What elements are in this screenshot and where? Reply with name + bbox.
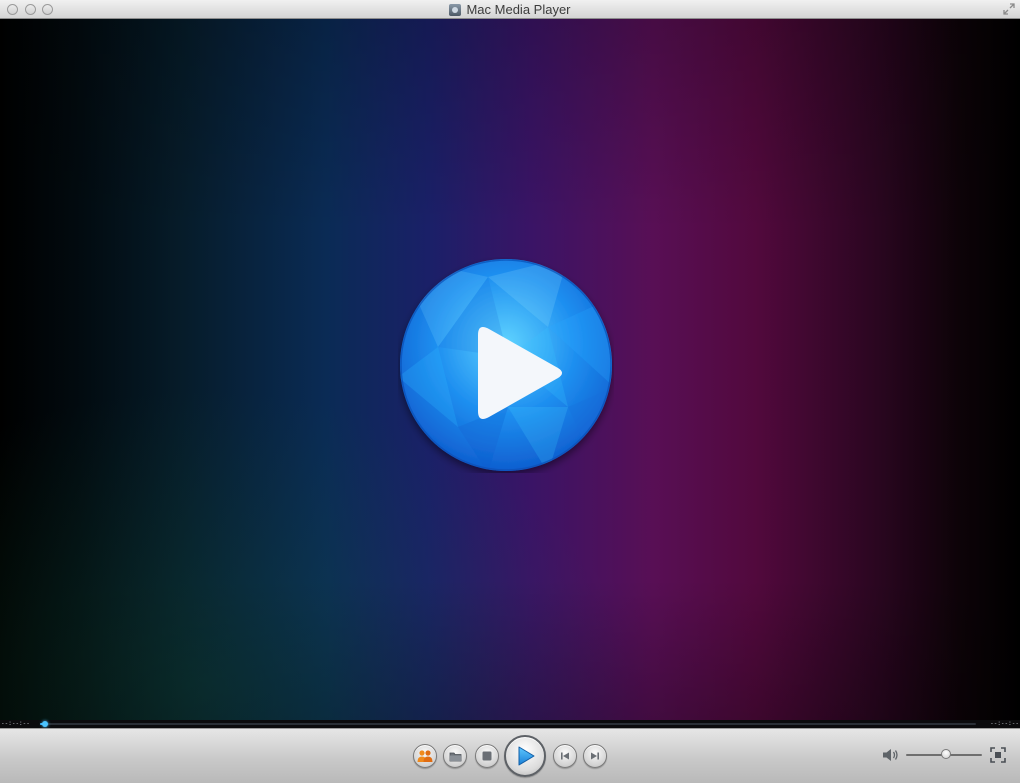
video-area[interactable]	[0, 19, 1020, 720]
seek-bar[interactable]	[40, 721, 976, 727]
fullscreen-icon[interactable]	[990, 747, 1006, 763]
stop-button[interactable]	[475, 744, 499, 768]
media-player-window: Mac Media Player --:--:-- --:--:--	[0, 0, 1020, 783]
play-button[interactable]	[504, 735, 546, 777]
volume-handle[interactable]	[940, 749, 951, 759]
window-title: Mac Media Player	[466, 2, 571, 17]
previous-track-button[interactable]	[553, 744, 577, 768]
people-icon	[417, 750, 433, 762]
control-bar	[0, 728, 1020, 783]
next-icon	[591, 752, 599, 760]
title-bar[interactable]: Mac Media Player	[0, 0, 1020, 19]
elapsed-time: --:--:--	[1, 720, 30, 727]
volume-slider[interactable]	[906, 749, 982, 759]
folder-icon	[449, 752, 461, 761]
speaker-icon[interactable]	[882, 747, 900, 763]
stop-icon	[482, 751, 492, 761]
window-title-group: Mac Media Player	[0, 0, 1020, 19]
previous-icon	[561, 752, 569, 760]
open-file-button[interactable]	[443, 744, 467, 768]
media-player-app-icon	[449, 3, 462, 16]
next-track-button[interactable]	[583, 744, 607, 768]
remaining-time: --:--:--	[990, 720, 1019, 727]
play-icon	[518, 746, 535, 766]
seek-handle[interactable]	[41, 721, 48, 727]
playlist-button[interactable]	[413, 744, 437, 768]
progress-strip: --:--:-- --:--:--	[0, 720, 1020, 728]
enter-fullscreen-icon[interactable]	[1003, 3, 1015, 15]
big-play-button[interactable]	[398, 257, 614, 473]
